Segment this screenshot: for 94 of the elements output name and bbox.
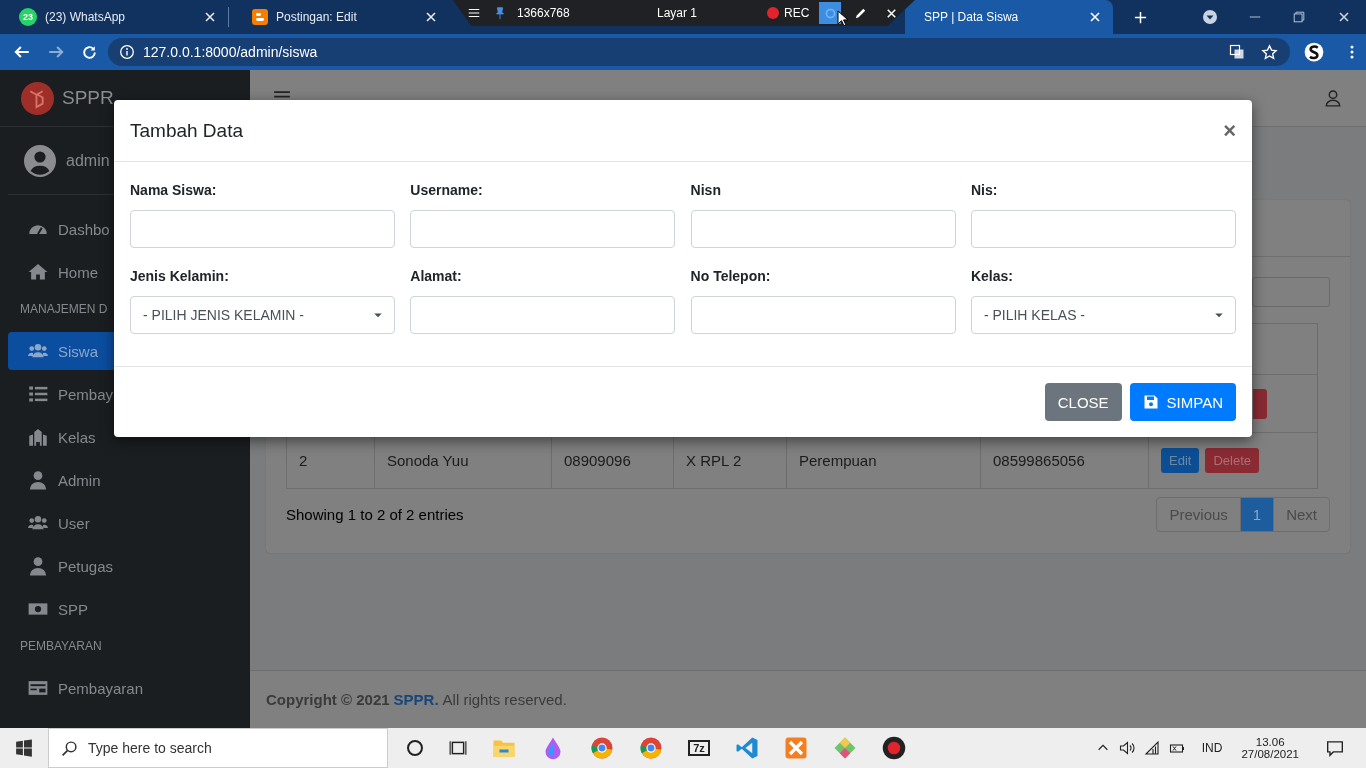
menu-icon[interactable] (467, 6, 481, 20)
browser-tab[interactable]: 23 (23) WhatsApp (0, 0, 228, 34)
input-field[interactable] (970, 210, 1236, 248)
chat-icon: 23 (19, 8, 37, 26)
task-view-icon[interactable] (449, 739, 467, 757)
url-text: 127.0.0.1:8000/admin/siswa (143, 44, 319, 60)
cross-icon[interactable] (784, 736, 808, 760)
search-field[interactable] (1252, 277, 1330, 307)
sidebar-item[interactable]: SPP (8, 590, 242, 628)
section-header: PEMBAYARAN (20, 639, 102, 655)
reload-icon[interactable] (81, 43, 98, 61)
new-tab-icon[interactable] (1133, 9, 1148, 25)
camera-icon (823, 6, 837, 20)
save-icon (1142, 394, 1159, 410)
tab-title: Postingan: Edit (276, 10, 358, 24)
restore-icon[interactable] (1292, 10, 1306, 24)
circle-icon[interactable] (406, 739, 424, 757)
user-icon (28, 470, 48, 490)
user-icon (28, 556, 48, 576)
page-button[interactable]: 1 (1239, 498, 1274, 531)
input-field[interactable] (410, 210, 676, 248)
diamond-icon[interactable] (833, 736, 857, 760)
user-icon[interactable] (1324, 89, 1342, 107)
rec-button[interactable]: REC (784, 6, 810, 20)
browser-icon[interactable] (639, 736, 663, 760)
avatar-icon (24, 144, 56, 177)
input-field[interactable] (410, 296, 676, 334)
entries-info: Showing 1 to 2 of 2 entries (286, 506, 464, 523)
search-placeholder: Type here to search (88, 740, 212, 756)
pin-icon[interactable] (493, 6, 507, 20)
sidebar-item[interactable]: Kelas (8, 418, 114, 456)
sidebar-item[interactable]: User (8, 504, 242, 542)
resolution-label: 1366x768 (517, 6, 571, 20)
field-label: Nama Siswa: (130, 182, 218, 198)
sidebar-item[interactable]: Petugas (8, 547, 242, 585)
field-label: Username: (410, 182, 484, 198)
section-header: MANAJEMEN D (20, 302, 108, 318)
field-label: Nisn (690, 182, 722, 198)
field-label: Alamat: (410, 268, 463, 284)
sidebar-item[interactable]: Pembayaran (8, 669, 242, 707)
search-icon (61, 739, 78, 757)
field-label: Kelas: (970, 268, 1014, 284)
select-field[interactable]: - PILIH JENIS KELAMIN - (130, 296, 395, 334)
home-icon (28, 262, 48, 282)
tab-title: (23) WhatsApp (45, 10, 127, 24)
browser-tab[interactable]: SPP | Data Siswa (905, 0, 1113, 34)
close-button[interactable]: × (1223, 117, 1236, 144)
notification-icon[interactable] (1326, 739, 1344, 757)
field-label: Nis: (970, 182, 999, 198)
input-field[interactable] (130, 210, 395, 248)
volume-icon[interactable] (1118, 740, 1135, 756)
layer-label: Layar 1 (657, 6, 699, 20)
field-label: Jenis Kelamin: (130, 268, 230, 284)
modal-title: Tambah Data (130, 119, 243, 142)
bookmark-star-icon[interactable] (1261, 43, 1278, 61)
brand-link[interactable]: SPPR. (393, 691, 439, 708)
archive-icon[interactable]: 7z (688, 740, 710, 756)
user-name: admin (66, 151, 110, 170)
clock[interactable]: 13.06 27/08/2021 (1241, 736, 1299, 760)
address-bar[interactable]: 127.0.0.1:8000/admin/siswa (108, 38, 1290, 66)
brand-name: SPPR (62, 87, 114, 109)
list-icon (28, 384, 48, 404)
sidebar-item[interactable]: Siswa (8, 332, 114, 370)
save-button[interactable]: SIMPAN (1129, 383, 1236, 421)
copyright-text: Copyright © 2021 (266, 691, 390, 708)
input-field[interactable] (690, 296, 956, 334)
close-button[interactable]: CLOSE (1044, 383, 1122, 421)
input-field[interactable] (690, 210, 956, 248)
record-icon[interactable] (882, 736, 906, 760)
network-icon[interactable] (1143, 740, 1160, 756)
building-icon (28, 427, 48, 447)
blog-icon (252, 9, 268, 25)
field-label: No Telepon: (690, 268, 772, 284)
browser-icon[interactable] (590, 736, 614, 760)
sidebar-item[interactable]: Dashbo (8, 210, 114, 248)
logo-icon (21, 81, 54, 115)
windows-icon[interactable] (15, 739, 33, 757)
search-field[interactable]: Type here to search (48, 728, 388, 768)
rights-text: All rights reserved. (442, 691, 567, 708)
profile-icon[interactable] (1304, 42, 1324, 62)
translate-icon[interactable] (1229, 44, 1245, 60)
card-icon (28, 678, 48, 698)
sidebar-item[interactable]: Pembay (8, 375, 114, 413)
sidebar-item[interactable]: Home (8, 253, 114, 291)
browser-tab[interactable]: Postingan: Edit (233, 0, 449, 34)
dropdown-icon[interactable] (1202, 9, 1218, 25)
tab-title: SPP | Data Siswa (924, 10, 1020, 24)
info-icon (119, 44, 135, 60)
language-indicator[interactable]: IND (1201, 741, 1223, 755)
record-dot-icon (767, 7, 779, 19)
code-editor-icon[interactable] (735, 736, 759, 760)
sidebar-item[interactable]: Admin (8, 461, 242, 499)
delete-button[interactable] (1253, 388, 1267, 419)
select-field[interactable]: - PILIH KELAS - (970, 296, 1236, 334)
